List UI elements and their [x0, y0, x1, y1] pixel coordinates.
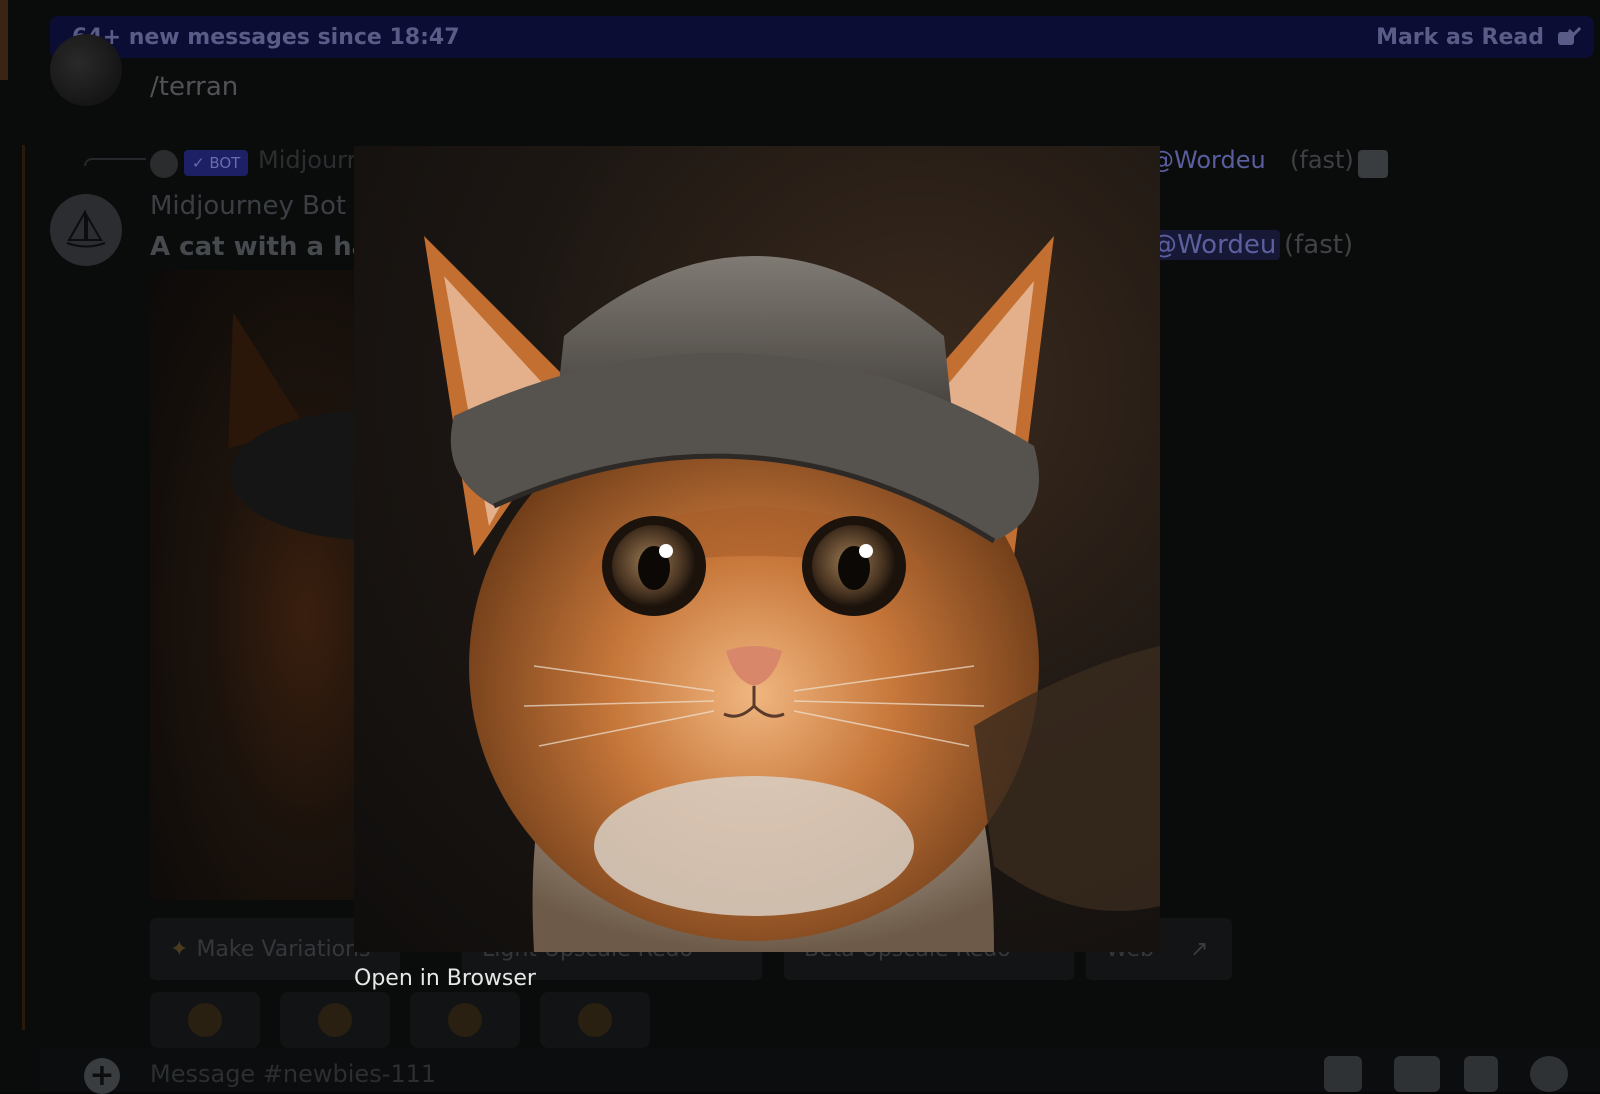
reply-mention[interactable]: @Wordeu	[1150, 146, 1266, 174]
grinning-face-icon	[448, 1003, 482, 1037]
add-attachment-button[interactable]: +	[84, 1058, 120, 1094]
confounded-face-icon	[188, 1003, 222, 1037]
message-prompt: A cat with a hat	[150, 232, 382, 262]
mark-as-read-label: Mark as Read	[1376, 24, 1544, 50]
bot-badge: ✓ BOT	[184, 150, 249, 176]
external-link-icon: ↗	[1189, 936, 1209, 962]
sailboat-icon	[66, 210, 106, 248]
new-messages-divider-line	[22, 145, 25, 1030]
gift-icon[interactable]	[1324, 1056, 1362, 1092]
mark-read-icon	[1556, 26, 1580, 48]
reply-speed: (fast)	[1290, 146, 1354, 174]
open-in-browser-link[interactable]: Open in Browser	[354, 966, 536, 991]
reaction-grinning[interactable]	[410, 992, 520, 1048]
reaction-unamused[interactable]	[280, 992, 390, 1048]
reaction-confounded[interactable]	[150, 992, 260, 1048]
new-messages-text: 64+ new messages since 18:47	[72, 24, 460, 50]
message-author[interactable]: Midjourney Bot	[150, 191, 346, 221]
gif-icon[interactable]	[1394, 1056, 1440, 1092]
heart-eyes-face-icon	[578, 1003, 612, 1037]
bot-avatar[interactable]	[50, 194, 122, 266]
user-avatar[interactable]	[50, 34, 122, 106]
mark-as-read-button[interactable]: Mark as Read	[1376, 25, 1580, 50]
wand-icon: ✦	[170, 936, 189, 962]
new-messages-banner[interactable]: 64+ new messages since 18:47 Mark as Rea…	[50, 16, 1594, 58]
sticker-icon[interactable]	[1464, 1056, 1498, 1092]
message-mention[interactable]: @Wordeu	[1147, 230, 1281, 260]
previous-message-text: /terran	[150, 72, 239, 102]
reply-connector	[84, 158, 146, 166]
emoji-icon[interactable]	[1530, 1056, 1568, 1092]
message-speed: (fast)	[1284, 230, 1354, 260]
cat-with-hat-image	[424, 236, 1160, 952]
reaction-heart-eyes[interactable]	[540, 992, 650, 1048]
image-viewer[interactable]	[354, 146, 1160, 952]
image-icon	[1358, 150, 1388, 178]
server-strip	[0, 0, 8, 80]
composer-input[interactable]: Message #newbies-111	[150, 1060, 436, 1088]
unamused-face-icon	[318, 1003, 352, 1037]
reply-avatar	[150, 150, 178, 178]
